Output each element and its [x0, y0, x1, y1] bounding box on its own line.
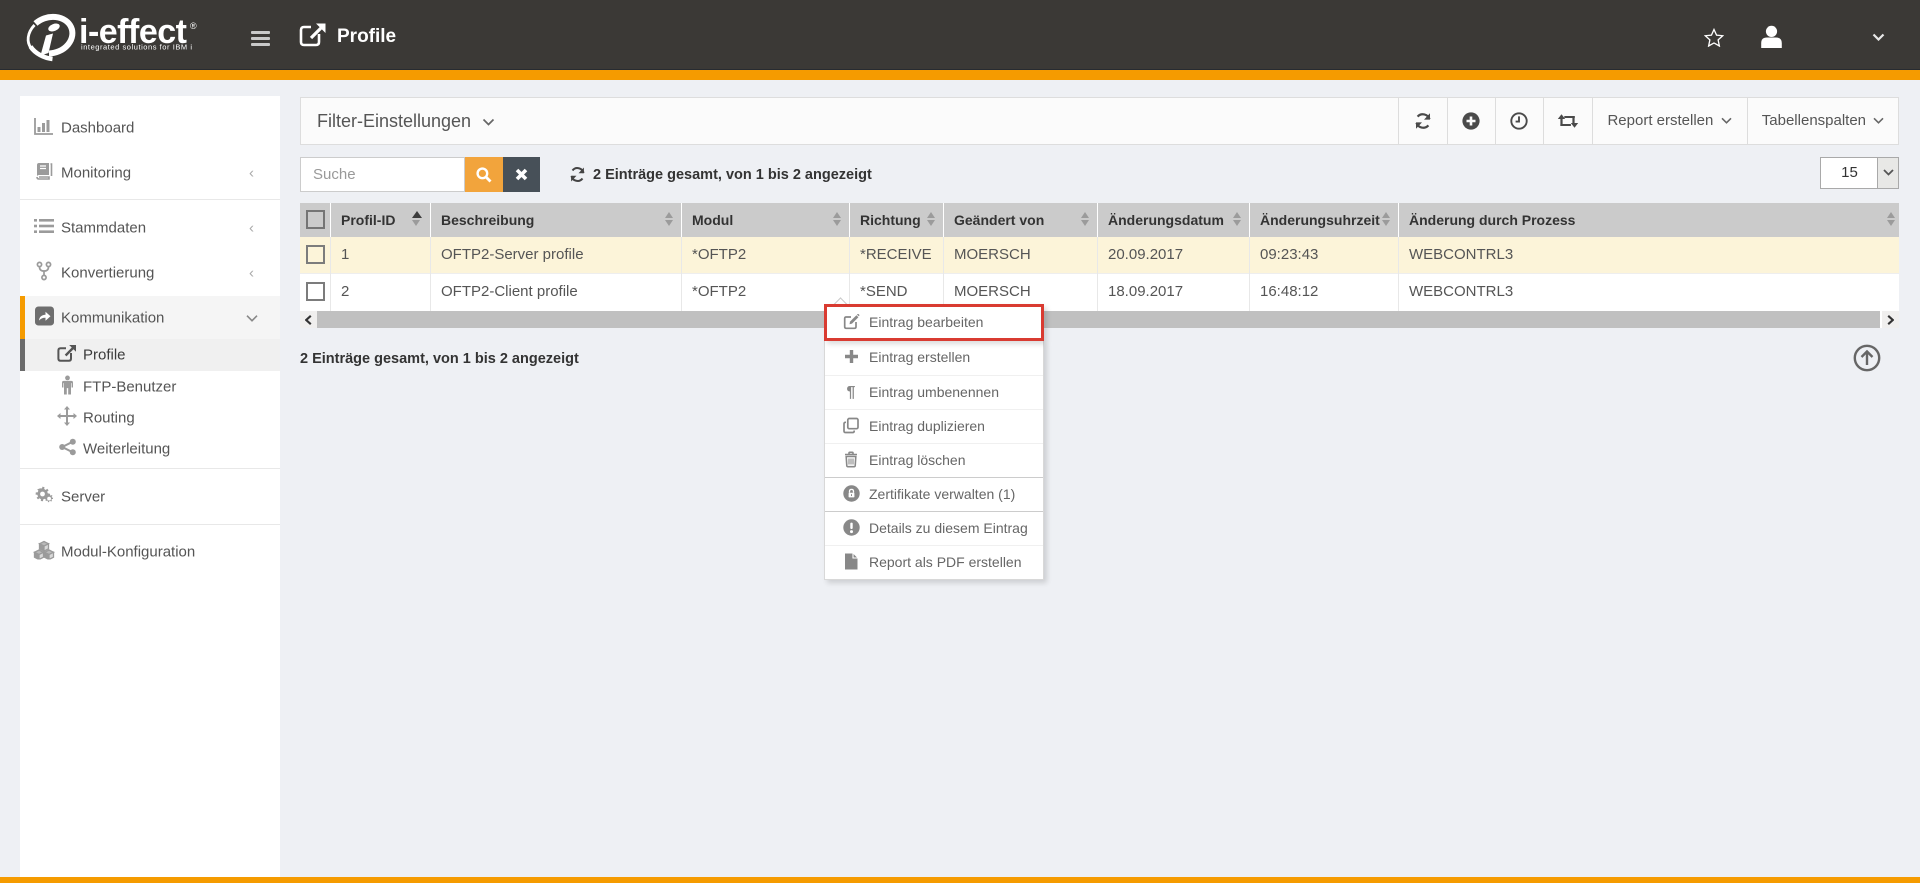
svg-text:integrated solutions for IBM i: integrated solutions for IBM i — [81, 43, 193, 52]
svg-text:®: ® — [190, 21, 197, 31]
